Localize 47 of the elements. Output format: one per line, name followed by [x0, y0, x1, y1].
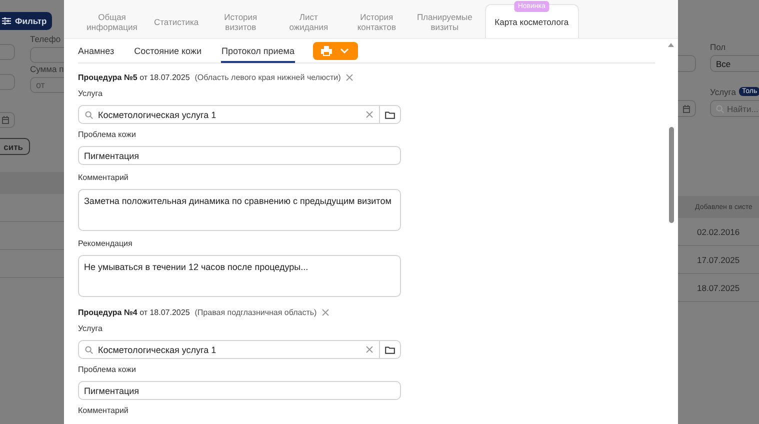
close-icon[interactable]: [322, 308, 329, 316]
input-field[interactable]: Пигментация: [78, 381, 401, 400]
printer-icon: [320, 46, 332, 56]
select-field[interactable]: Все: [710, 55, 759, 72]
input-field[interactable]: Пигментация: [78, 146, 401, 165]
subtab[interactable]: Состояние кожи: [134, 40, 202, 63]
field-label: Рекомендация: [78, 238, 134, 250]
field-label: Телефо: [30, 34, 62, 44]
close-icon[interactable]: [366, 111, 373, 118]
calendar-icon: [683, 104, 690, 112]
subtab[interactable]: Протокол приема: [221, 40, 294, 63]
close-icon[interactable]: [366, 346, 373, 353]
filter-icon: [2, 17, 11, 25]
table-cell: 17.07.2025: [697, 254, 740, 264]
field-label: Проблема кожи: [78, 129, 137, 141]
text-area[interactable]: Заметна положительная динамика по сравнению с предыдущим визитом: [78, 189, 401, 231]
procedure-area: (Правая подглазничная область): [194, 308, 317, 316]
search-icon: [85, 346, 93, 354]
field-label: Услуга: [78, 88, 104, 100]
search-icon: [716, 104, 724, 112]
field-label: Пол: [710, 42, 726, 52]
procedure-title: Процедура №4 от 18.07.2025: [78, 308, 190, 316]
field-label: Комментарий: [78, 405, 130, 417]
text-area[interactable]: Не умываться в течении 12 часов после процедуры...: [78, 255, 401, 297]
filter-button[interactable]: Фильтр: [0, 12, 52, 30]
chevron-down-icon: [340, 48, 350, 54]
field-label: Сумма п: [30, 64, 64, 74]
table-cell: 18.07.2025: [697, 282, 740, 292]
up-arrow-icon[interactable]: [668, 43, 674, 47]
field-label: Проблема кожи: [78, 364, 137, 376]
subtab[interactable]: Анамнез: [78, 40, 114, 63]
field-label: Услуга: [78, 323, 104, 335]
field-label: Комментарий: [78, 172, 130, 184]
apply-button[interactable]: сить: [0, 138, 30, 155]
procedure-title: Процедура №5 от 18.07.2025: [78, 72, 190, 82]
close-icon[interactable]: [346, 74, 353, 80]
date-field[interactable]: [0, 112, 15, 128]
field-label: Услуга: [710, 86, 736, 96]
date-field[interactable]: [678, 100, 696, 117]
table-cell: 02.02.2016: [697, 226, 740, 236]
folder-icon: [385, 110, 395, 118]
input-field[interactable]: [678, 55, 696, 72]
print-button[interactable]: [312, 42, 358, 60]
calendar-icon: [2, 116, 9, 124]
procedure-area: (Область левого края нижней челюсти): [194, 72, 341, 82]
search-icon: [85, 110, 93, 118]
folder-icon: [385, 346, 395, 354]
